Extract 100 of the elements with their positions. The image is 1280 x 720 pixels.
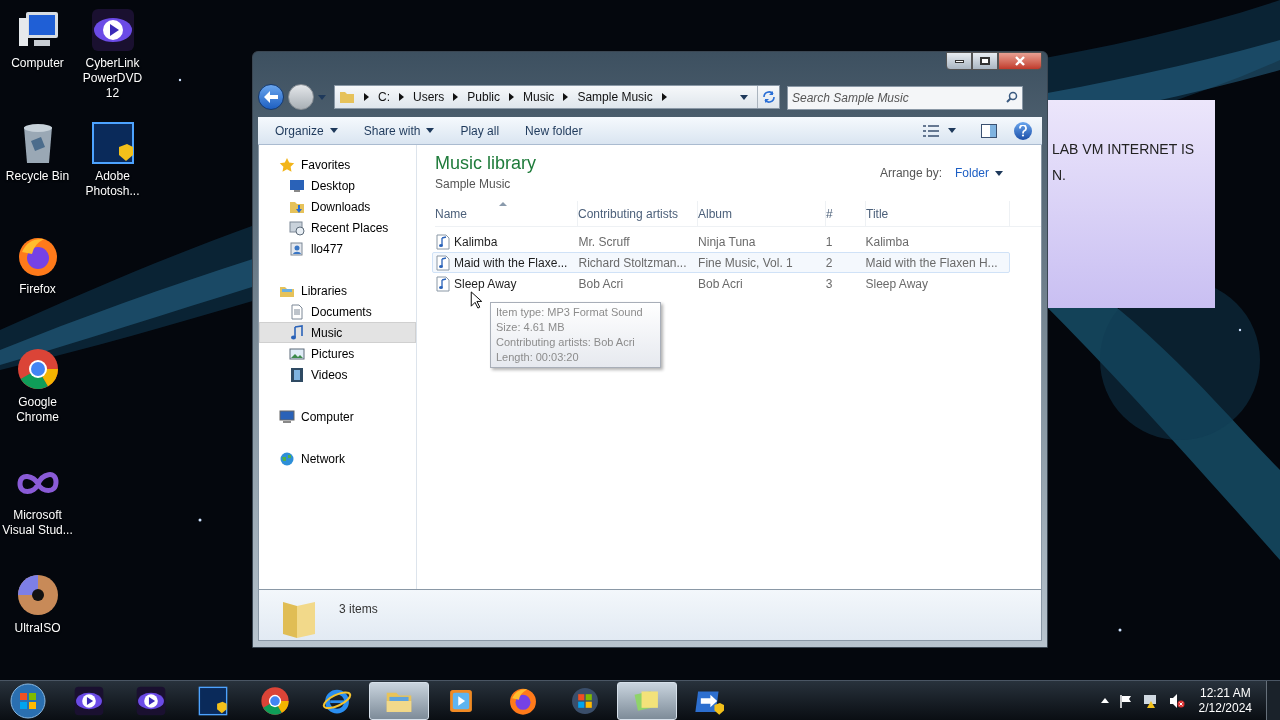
disc-icon — [15, 573, 60, 617]
breadcrumb-arrow-icon — [509, 93, 515, 101]
column-header[interactable]: # — [826, 201, 866, 226]
help-icon — [1019, 124, 1027, 137]
column-header[interactable]: Contributing artists — [578, 201, 698, 226]
taskbar-button[interactable] — [617, 681, 677, 720]
refresh-icon — [761, 90, 776, 104]
library-subtitle: Sample Music — [435, 176, 512, 193]
table-cell-text: 2 — [825, 254, 834, 272]
arrange-dropdown[interactable]: Folder — [955, 164, 1003, 182]
back-button[interactable] — [258, 84, 284, 110]
recent-places-icon — [289, 219, 305, 236]
search-icon — [1006, 91, 1018, 103]
network-warning-icon[interactable] — [1142, 692, 1159, 709]
desktop-shortcut[interactable]: Computer — [0, 8, 75, 71]
breadcrumb-arrow-icon — [399, 93, 404, 101]
flag-icon[interactable] — [1118, 693, 1133, 708]
caret-icon — [995, 170, 1003, 176]
note-text: LAB VM INTERNET IS — [1052, 140, 1196, 159]
audio-file-icon — [436, 233, 450, 250]
column-header[interactable]: Album — [698, 201, 826, 226]
start-button[interactable] — [8, 680, 48, 720]
breadcrumb[interactable]: Users — [413, 88, 445, 106]
maximize-button[interactable] — [972, 52, 998, 70]
desktop-shortcut[interactable]: Firefox — [0, 234, 75, 297]
library-title: Music library — [435, 152, 536, 175]
taskbar-button[interactable] — [369, 681, 429, 720]
show-hidden-icons-icon[interactable] — [1100, 698, 1109, 703]
table-cell-text: Fine Music, Vol. 1 — [698, 254, 794, 272]
table-cell-text: Sleep Away — [865, 275, 929, 293]
arrange-label: Arrange by: — [879, 165, 942, 182]
file-row[interactable]: Sleep Away Bob Acri Bob Acri 3 Sleep Away — [432, 273, 1010, 294]
column-header[interactable]: Title — [866, 201, 1010, 226]
desktop-shortcut[interactable]: CyberLink PowerDVD 12 — [75, 8, 150, 101]
desktop-shortcut[interactable]: Google Chrome — [0, 347, 75, 425]
chrome-icon — [260, 685, 290, 716]
file-row[interactable]: Kalimba Mr. Scruff Ninja Tuna 1 Kalimba — [432, 231, 1010, 252]
nav-item[interactable]: Favorites — [259, 154, 416, 175]
table-cell: Sleep Away — [433, 274, 579, 293]
windows-logo-icon — [10, 682, 46, 719]
nav-item[interactable]: Documents — [259, 301, 416, 322]
table-cell-text: 1 — [825, 233, 834, 251]
photoshop-icon — [198, 685, 228, 716]
star-icon — [279, 156, 295, 173]
show-desktop-button[interactable] — [1266, 680, 1280, 720]
nav-item[interactable]: Pictures — [259, 343, 416, 364]
clock[interactable]: 12:21 AM 2/12/2024 — [1198, 685, 1252, 716]
computer-icon — [279, 408, 295, 425]
folder-icon — [339, 89, 355, 105]
help-button[interactable] — [1014, 121, 1032, 140]
desktop-shortcut[interactable]: Recycle Bin — [0, 121, 75, 184]
item-count: 3 items — [339, 601, 378, 618]
desktop-shortcut[interactable]: Microsoft Visual Stud... — [0, 460, 75, 538]
history-caret-icon — [740, 94, 748, 100]
toolbar-button[interactable]: Play all — [453, 118, 507, 143]
audio-file-icon — [436, 275, 450, 292]
minimize-button[interactable] — [946, 52, 972, 70]
nav-item[interactable]: Downloads — [259, 196, 416, 217]
nav-item[interactable]: Computer — [259, 406, 416, 427]
nav-item[interactable]: Libraries — [259, 280, 416, 301]
toolbar-button[interactable]: Share with — [356, 118, 442, 143]
nav-item[interactable]: Recent Places — [259, 217, 416, 238]
toolbar-button[interactable]: New folder — [518, 118, 590, 143]
breadcrumb[interactable]: C: — [378, 88, 390, 106]
speaker-muted-icon[interactable] — [1168, 692, 1185, 709]
network-globe-icon — [279, 450, 295, 467]
breadcrumb[interactable]: Sample Music — [577, 88, 653, 106]
table-cell: Kalimba — [433, 232, 579, 251]
details-view-icon — [923, 124, 939, 137]
breadcrumb[interactable]: Public — [467, 88, 501, 106]
desktop-shortcut[interactable]: Adobe Photosh... — [75, 121, 150, 199]
chrome-icon — [15, 347, 60, 391]
nav-item[interactable]: llo477 — [259, 238, 416, 259]
nav-item[interactable]: Videos — [259, 364, 416, 385]
nav-item[interactable]: Network — [259, 448, 416, 469]
breadcrumb-arrow-icon — [563, 93, 569, 101]
toolbar-button[interactable]: Organize — [268, 118, 345, 143]
file-row[interactable]: Maid with the Flaxe... Richard Stoltzman... Fine Music, Vol. 1 2 Maid with the Flaxen H... — [432, 252, 1010, 273]
nav-item[interactable]: Music — [259, 322, 416, 343]
caret-icon — [948, 128, 956, 133]
photoshop-icon — [90, 121, 135, 165]
tooltip-line: Item type: MP3 Format Sound — [496, 305, 644, 320]
breadcrumb[interactable]: Music — [523, 88, 555, 106]
close-button[interactable] — [998, 52, 1042, 70]
desktop-shortcut[interactable]: UltraISO — [0, 573, 75, 636]
close-icon — [1015, 56, 1025, 66]
minimize-icon — [954, 59, 964, 63]
desktop-icon — [289, 177, 305, 194]
note-text: N. — [1052, 166, 1067, 185]
document-icon — [289, 303, 305, 320]
table-cell-text: Mr. Scruff — [578, 233, 631, 251]
windows-logo-icon — [570, 685, 600, 716]
table-cell-text: Kalimba — [865, 233, 910, 251]
tooltip-line: Length: 00:03:20 — [496, 350, 580, 365]
search-field[interactable]: Search Sample Music — [787, 86, 1023, 110]
breadcrumb-arrow-icon — [453, 93, 459, 101]
address-bar[interactable]: C: Users Public Music Sample Music — [334, 85, 780, 109]
nav-item[interactable]: Desktop — [259, 175, 416, 196]
table-cell-text: Ninja Tuna — [698, 233, 757, 251]
column-header[interactable]: Name — [435, 201, 578, 226]
